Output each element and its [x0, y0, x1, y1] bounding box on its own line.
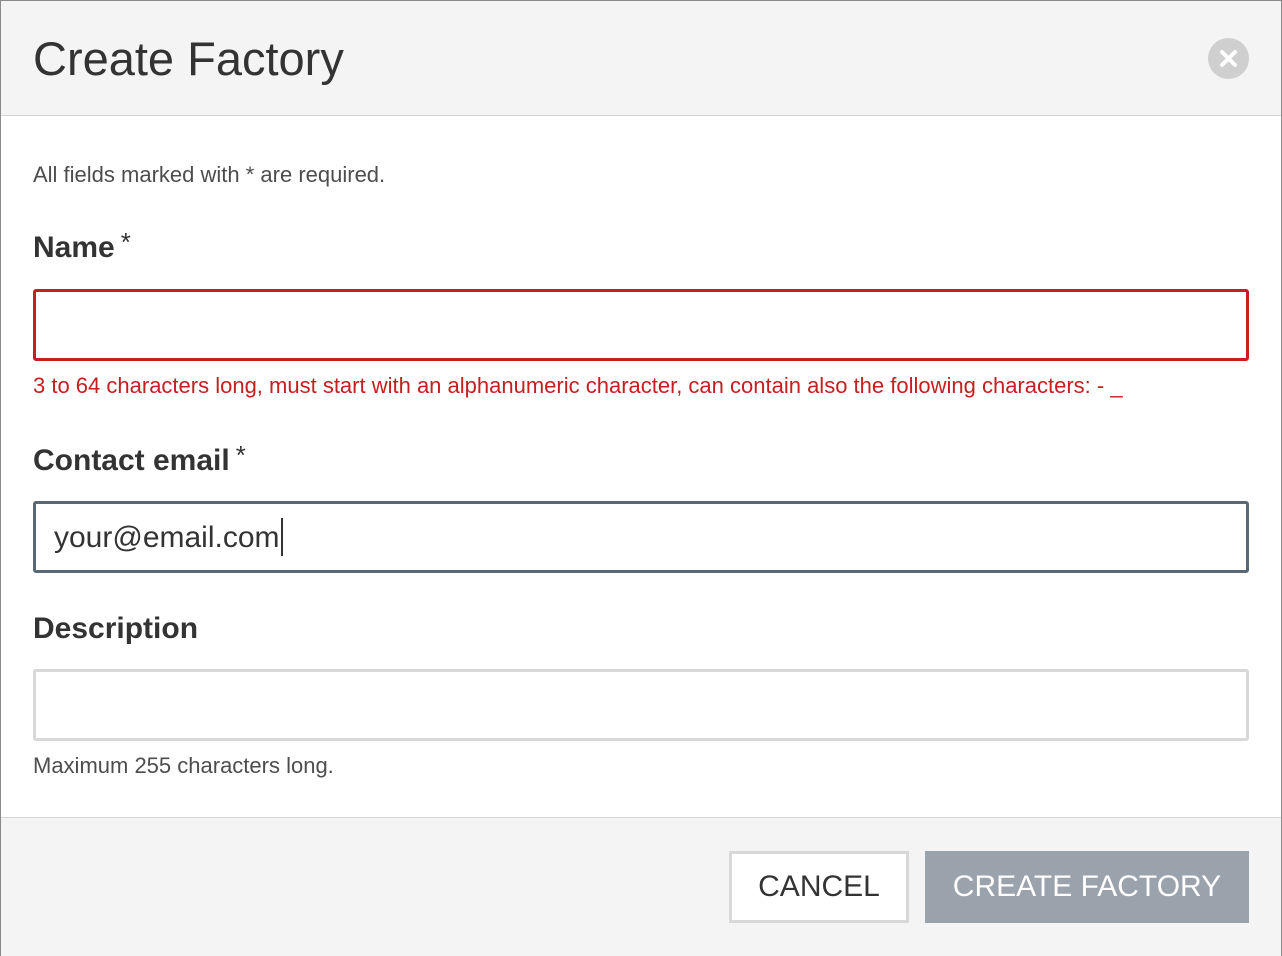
description-help-text: Maximum 255 characters long.: [33, 753, 334, 778]
create-factory-button[interactable]: CREATE FACTORY: [925, 851, 1249, 923]
contact-email-label: Contact email *: [33, 440, 246, 479]
required-marker: *: [235, 440, 246, 470]
create-factory-dialog: Create Factory All fields marked with * …: [0, 0, 1282, 956]
cancel-button[interactable]: CANCEL: [729, 851, 909, 923]
required-fields-note: All fields marked with * are required.: [33, 162, 386, 187]
name-error-message: 3 to 64 characters long, must start with…: [33, 373, 1123, 398]
description-label: Description: [33, 611, 198, 647]
close-icon: [1220, 50, 1237, 67]
name-input[interactable]: [33, 289, 1249, 361]
dialog-footer: CANCEL CREATE FACTORY: [1, 817, 1281, 956]
text-caret: [280, 518, 283, 557]
name-label-text: Name: [33, 231, 115, 264]
contact-email-label-text: Contact email: [33, 444, 230, 477]
dialog-header: Create Factory: [1, 1, 1281, 116]
required-marker: *: [120, 227, 131, 257]
name-label: Name *: [33, 227, 131, 266]
description-input[interactable]: [33, 669, 1249, 741]
contact-email-input-value: your@email.com: [54, 521, 280, 554]
description-label-text: Description: [33, 612, 199, 645]
close-button[interactable]: [1208, 38, 1249, 79]
contact-email-input[interactable]: your@email.com: [33, 501, 1249, 573]
dialog-title: Create Factory: [33, 32, 344, 85]
